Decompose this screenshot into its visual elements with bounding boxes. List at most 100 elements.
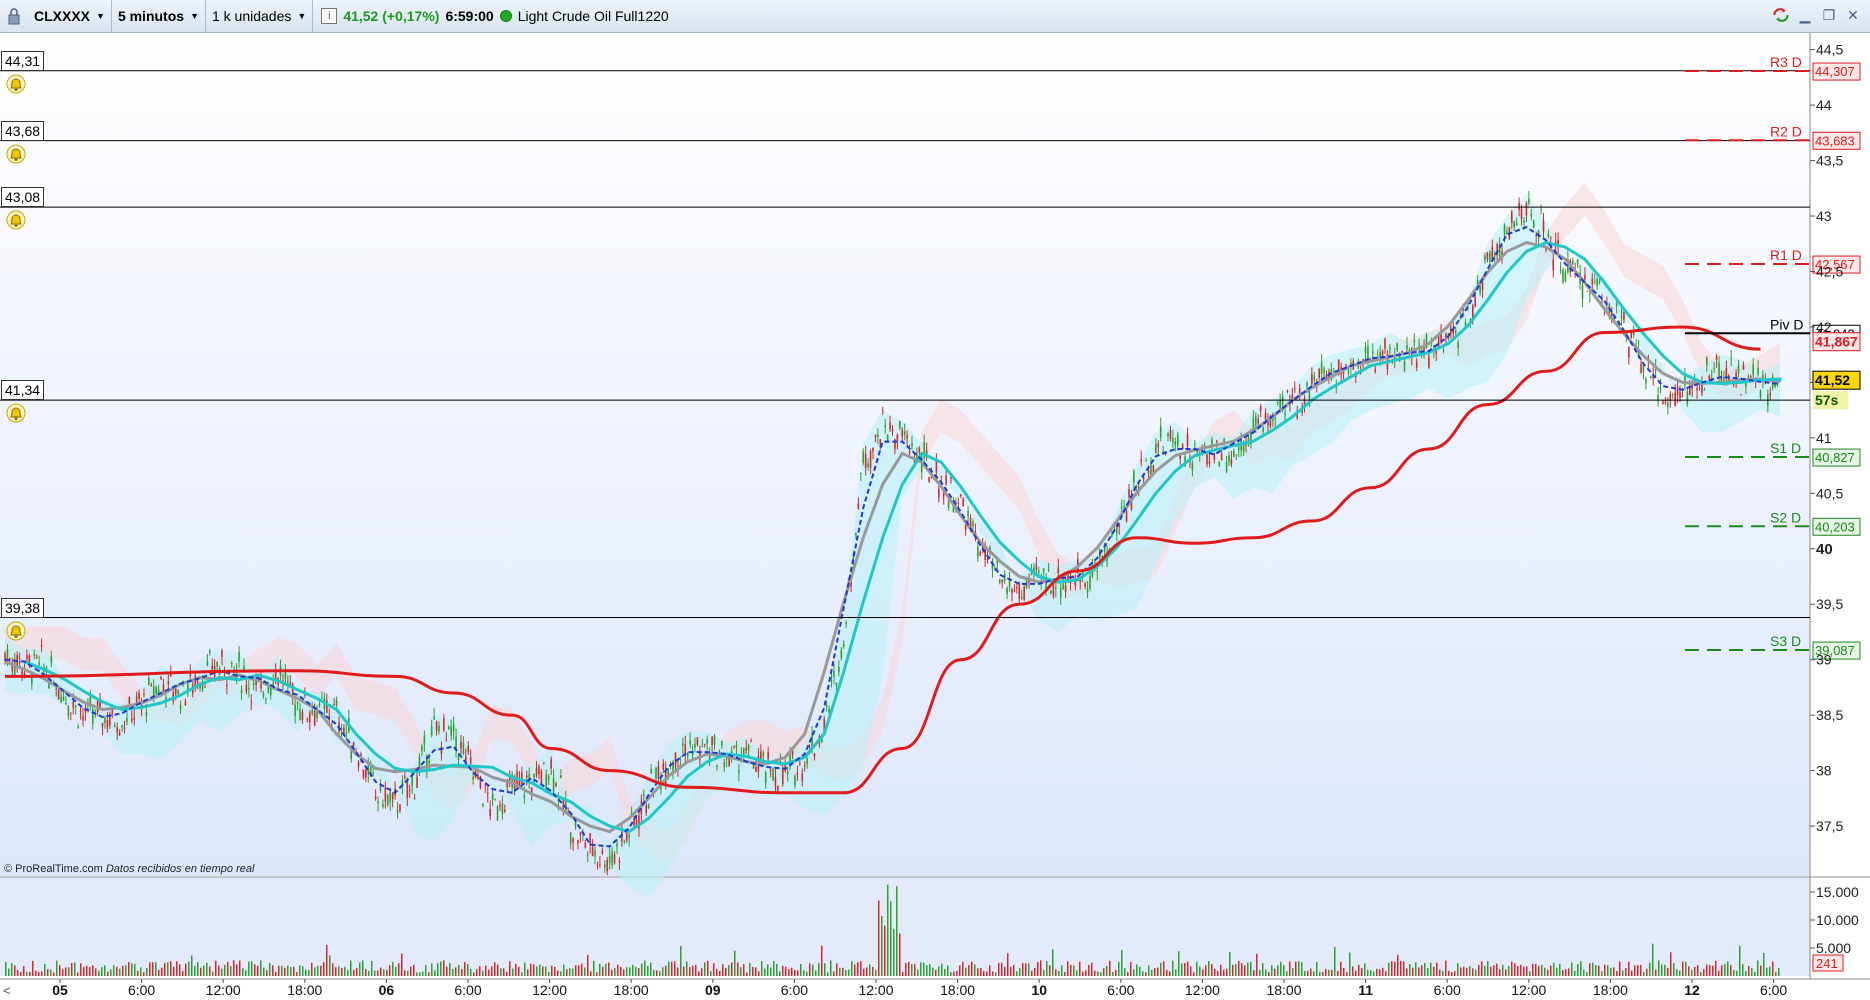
- volume-bar: [1016, 971, 1018, 976]
- close-icon[interactable]: ✕: [1844, 6, 1862, 24]
- candle-body: [1718, 362, 1720, 377]
- alert-level-label[interactable]: 43,68: [1, 120, 45, 141]
- volume-bar: [806, 971, 808, 976]
- volume-bar: [575, 965, 577, 976]
- units-selector[interactable]: 1 k unidades ▼: [206, 0, 314, 32]
- candle-body: [550, 759, 552, 769]
- volume-bar: [107, 971, 109, 976]
- volume-bar: [101, 967, 103, 976]
- candle-body: [1454, 330, 1457, 333]
- alert-level-label[interactable]: 43,08: [1, 187, 45, 208]
- restore-icon[interactable]: ❐: [1820, 6, 1838, 24]
- volume-bar: [1631, 970, 1633, 976]
- candle-body: [613, 854, 616, 864]
- volume-bar: [17, 970, 19, 976]
- timeframe-selector[interactable]: 5 minutos ▼: [112, 0, 206, 32]
- candle-body: [240, 689, 243, 694]
- candle-body: [221, 650, 223, 657]
- bell-icon[interactable]: [6, 74, 26, 94]
- bell-icon[interactable]: [6, 403, 26, 423]
- timeframe-label: 5 minutos: [117, 8, 185, 24]
- volume-bar: [98, 970, 100, 976]
- volume-bar: [425, 965, 427, 976]
- candle-body: [1191, 462, 1194, 470]
- alert-level-label[interactable]: 44,31: [1, 50, 45, 71]
- candle-body: [1157, 443, 1160, 447]
- candle-body: [721, 740, 723, 746]
- volume-bar: [965, 967, 967, 976]
- symbol-selector[interactable]: CLXXXX ▼: [28, 0, 112, 32]
- bell-icon[interactable]: [6, 210, 26, 230]
- info-icon[interactable]: i: [321, 8, 338, 24]
- volume-bar: [1484, 965, 1486, 976]
- candle-body: [72, 701, 75, 709]
- candle-body: [421, 745, 423, 752]
- volume-bar: [1775, 971, 1777, 976]
- candle-body: [206, 660, 209, 666]
- candle-body: [130, 718, 133, 722]
- volume-bar: [851, 961, 853, 976]
- refresh-icon[interactable]: [1772, 6, 1790, 24]
- bell-icon[interactable]: [6, 144, 26, 164]
- pivot-name-label: S1 D: [1770, 440, 1801, 456]
- volume-bar: [824, 963, 826, 976]
- volume-bar: [1352, 966, 1354, 976]
- candle-body: [1591, 278, 1594, 285]
- volume-bar: [332, 963, 334, 976]
- candle-body: [689, 740, 691, 745]
- candle-body: [1037, 570, 1040, 573]
- lock-icon[interactable]: [4, 5, 24, 27]
- candle-body: [1408, 349, 1411, 351]
- volume-bar: [1625, 968, 1627, 976]
- price-axis-label: 43,5: [1816, 153, 1843, 169]
- time-axis-label: 12:00: [858, 982, 893, 998]
- volume-bar: [1505, 969, 1507, 976]
- volume-bar: [149, 962, 151, 976]
- volume-bar: [665, 965, 667, 976]
- candle-body: [1562, 269, 1564, 283]
- volume-bar: [803, 970, 805, 976]
- candle-body: [482, 803, 484, 806]
- pivot-value-label: 44,307: [1815, 64, 1855, 79]
- pivot-name-label: S3 D: [1770, 633, 1801, 649]
- volume-bar: [1388, 962, 1390, 976]
- candle-body: [1264, 412, 1267, 421]
- candle-body: [374, 796, 377, 799]
- candle-body: [243, 666, 245, 670]
- volume-bar: [929, 964, 931, 976]
- candle-body: [1011, 588, 1013, 594]
- credit-note: Datos recibidos en tiempo real: [105, 863, 255, 875]
- volume-bar: [764, 968, 766, 976]
- candle-body: [857, 503, 860, 509]
- candle-body: [104, 717, 106, 724]
- candle-body: [1006, 587, 1008, 594]
- candle-body: [1111, 534, 1113, 537]
- alert-level-label[interactable]: 41,34: [1, 380, 45, 401]
- volume-bar: [215, 960, 217, 976]
- volume-bar: [602, 966, 604, 976]
- volume-bar: [743, 964, 745, 976]
- volume-bar: [1469, 966, 1471, 976]
- volume-axis-label: 15.000: [1816, 884, 1859, 900]
- volume-bar: [959, 965, 961, 976]
- alert-level-label[interactable]: 39,38: [1, 597, 45, 618]
- volume-bar: [1085, 970, 1087, 976]
- candle-body: [126, 717, 128, 722]
- volume-bar: [458, 964, 460, 976]
- bell-icon[interactable]: [6, 621, 26, 641]
- candle-body: [1589, 293, 1591, 295]
- candle-body: [62, 696, 65, 701]
- volume-bar: [605, 963, 607, 976]
- volume-bar: [308, 970, 310, 976]
- volume-bar: [1415, 962, 1417, 976]
- volume-bar: [53, 972, 55, 976]
- minimize-icon[interactable]: ▁: [1796, 6, 1814, 24]
- chart-canvas[interactable]: R3 D44,307R2 D43,683R1 D42,567Piv D41,94…: [0, 33, 1870, 1000]
- price-chart[interactable]: R3 D44,307R2 D43,683R1 D42,567Piv D41,94…: [0, 33, 1870, 1000]
- volume-bar: [989, 965, 991, 976]
- volume-bar: [839, 967, 841, 976]
- candle-body: [803, 765, 806, 767]
- candle-body: [1742, 364, 1745, 370]
- candle-body: [133, 717, 136, 721]
- volume-bar: [413, 964, 415, 976]
